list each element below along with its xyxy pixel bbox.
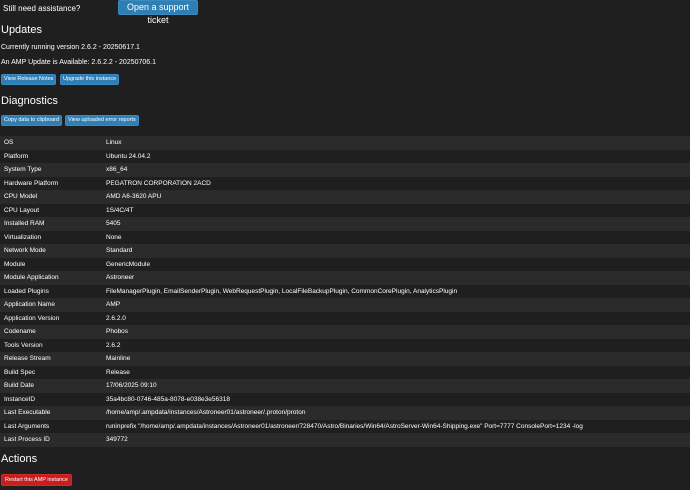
diag-value: runinprefix "/home/amp/.ampdata/instance… — [106, 422, 583, 430]
diag-value: 349772 — [106, 436, 128, 444]
table-row: Application Version 2.6.2.0 — [0, 311, 690, 325]
diag-value: Release — [106, 368, 130, 376]
diag-key: CPU Model — [4, 193, 38, 201]
current-version-text: Currently running version 2.6.2 - 202506… — [1, 44, 140, 51]
diag-value: x86_64 — [106, 166, 128, 174]
diag-value: Ubuntu 24.04.2 — [106, 152, 151, 160]
copy-to-clipboard-button[interactable]: Copy data to clipboard — [1, 115, 63, 126]
diag-value: GenericModule — [106, 260, 151, 268]
diag-value: 2.6.2 — [106, 341, 121, 349]
table-row: Codename Phobos — [0, 325, 690, 339]
view-release-notes-button[interactable]: View Release Notes — [1, 74, 57, 85]
diag-value: AMD A6-3620 APU — [106, 193, 162, 201]
table-row: Module Application Astroneer — [0, 271, 690, 285]
table-row: Release Stream Mainline — [0, 352, 690, 366]
diag-value: /home/amp/.ampdata/instances/Astroneer01… — [106, 409, 306, 417]
diag-key: Codename — [4, 328, 36, 336]
diag-value: Linux — [106, 139, 122, 147]
upgrade-instance-button[interactable]: Upgrade this instance — [60, 74, 120, 85]
updates-title: Updates — [1, 24, 42, 36]
diag-value: FileManagerPlugin, EmailSenderPlugin, We… — [106, 287, 458, 295]
diag-value: 2.6.2.0 — [106, 314, 126, 322]
table-row: InstanceID 35a4bc80-0746-485a-8078-e038e3… — [0, 392, 690, 406]
diag-value: AMP — [106, 301, 121, 309]
diag-value: Mainline — [106, 355, 131, 363]
table-row: Module GenericModule — [0, 257, 690, 271]
diag-key: Last Arguments — [4, 422, 50, 430]
diag-key: Release Stream — [4, 355, 51, 363]
support-prompt: Still need assistance? — [3, 4, 81, 13]
diag-key: Last Process ID — [4, 436, 50, 444]
diag-key: Hardware Platform — [4, 179, 59, 187]
diag-value: 1S/4C/4T — [106, 206, 134, 214]
diag-key: InstanceID — [4, 395, 36, 403]
diag-key: Build Spec — [4, 368, 36, 376]
table-row: Last Process ID 349772 — [0, 433, 690, 447]
actions-title: Actions — [1, 453, 38, 465]
diag-key: Tools Version — [4, 341, 43, 349]
diag-value: 17/06/2025 09:10 — [106, 382, 157, 390]
diag-value: 5405 — [106, 220, 121, 228]
table-row: Tools Version 2.6.2 — [0, 338, 690, 352]
restart-instance-button[interactable]: Restart this AMP instance — [1, 474, 72, 486]
table-row: System Type x86_64 — [0, 163, 690, 177]
update-available-text: An AMP Update is Available: 2.6.2.2 - 20… — [1, 59, 157, 66]
diag-key: Module — [4, 260, 26, 268]
diag-key: Last Executable — [4, 409, 51, 417]
diag-value: 35a4bc80-0746-485a-8078-e038e3e56318 — [106, 395, 230, 403]
diag-key: Application Name — [4, 301, 55, 309]
table-row: Loaded Plugins FileManagerPlugin, EmailSe… — [0, 284, 690, 298]
table-row: OS Linux — [0, 136, 690, 150]
table-row: Build Spec Release — [0, 365, 690, 379]
table-row: Network Mode Standard — [0, 244, 690, 258]
view-error-reports-button[interactable]: View uploaded error reports — [65, 115, 139, 126]
diag-key: Loaded Plugins — [4, 287, 49, 295]
diag-key: CPU Layout — [4, 206, 40, 214]
diagnostics-title: Diagnostics — [1, 95, 58, 107]
diag-key: Platform — [4, 152, 29, 160]
table-row: Platform Ubuntu 24.04.2 — [0, 149, 690, 163]
table-row: Last Executable/home/amp/.ampdata/instan… — [0, 406, 690, 420]
diag-value: None — [106, 233, 122, 241]
diag-value: Phobos — [106, 328, 129, 336]
diag-key: OS — [4, 139, 14, 147]
diag-value: Astroneer — [106, 274, 135, 282]
table-row: Application Name AMP — [0, 298, 690, 312]
table-row: Last Arguments runinprefix "/home/amp/.am… — [0, 419, 690, 433]
table-row: Virtualization None — [0, 230, 690, 244]
table-row: Hardware Platform PEGATRON CORPORATION 2A… — [0, 176, 690, 190]
table-row: CPU Layout 1S/4C/4T — [0, 203, 690, 217]
table-row: CPU Model AMD A6-3620 APU — [0, 190, 690, 204]
table-row: Installed RAM 5405 — [0, 217, 690, 231]
diag-key: Build Date — [4, 382, 34, 390]
diagnostics-table: OS Linux Platform Ubuntu 24.04.2 System Type… — [0, 136, 690, 447]
diag-value: Standard — [106, 247, 133, 255]
open-support-ticket-button[interactable]: Open a support ticket — [118, 0, 198, 25]
diag-value: PEGATRON CORPORATION 2ACD — [106, 179, 211, 187]
diag-key: Installed RAM — [4, 220, 45, 228]
diag-key: Network Mode — [4, 247, 46, 255]
diag-key: Virtualization — [4, 233, 42, 241]
diag-key: Module Application — [4, 274, 59, 282]
diag-key: Application Version — [4, 314, 60, 322]
diag-key: System Type — [4, 166, 42, 174]
table-row: Build Date 17/06/2025 09:10 — [0, 379, 690, 393]
